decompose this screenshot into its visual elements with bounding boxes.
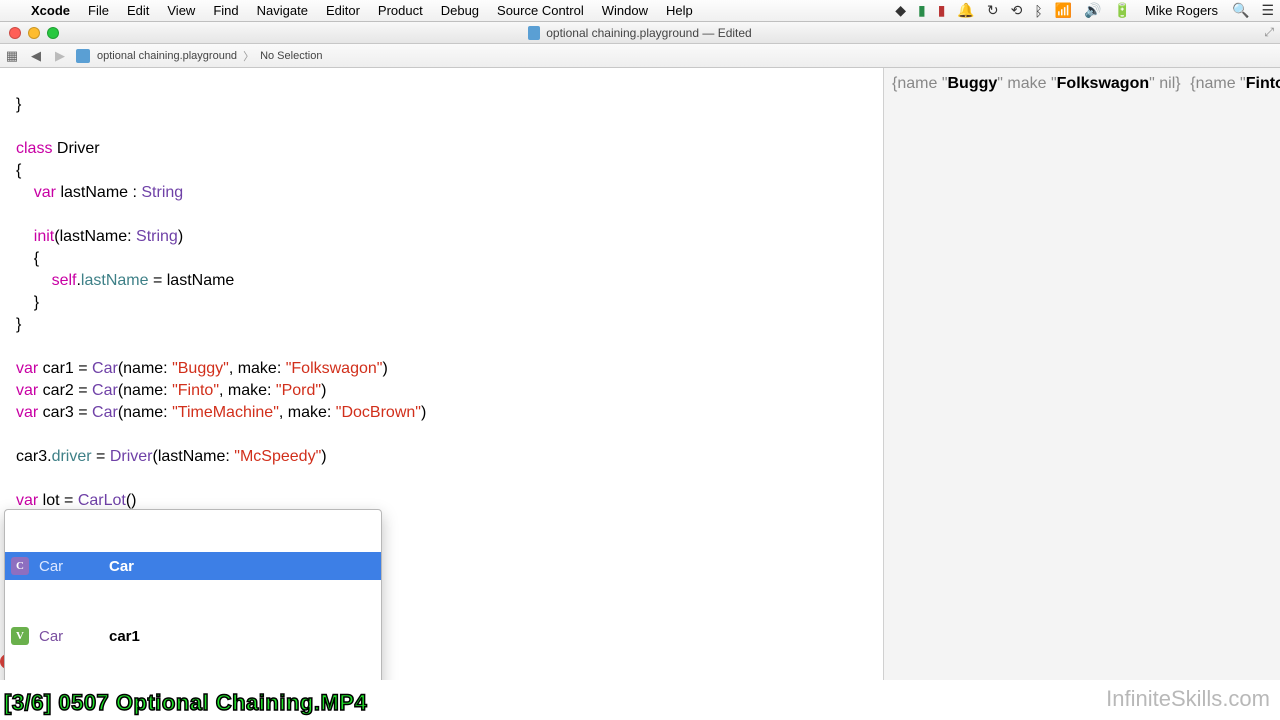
breadcrumb-selection[interactable]: No Selection xyxy=(258,50,324,62)
video-overlay-label: [3/6] 0507 Optional Chaining.MP4 xyxy=(4,690,367,716)
menu-edit[interactable]: Edit xyxy=(118,3,158,18)
window-titlebar: optional chaining.playground — Edited ⤢ xyxy=(0,22,1280,44)
kind-badge-var: V xyxy=(11,627,29,645)
evernote-icon[interactable]: ◆ xyxy=(889,2,912,19)
menubar-user[interactable]: Mike Rogers xyxy=(1137,3,1226,18)
menu-debug[interactable]: Debug xyxy=(432,3,488,18)
fullscreen-icon[interactable]: ⤢ xyxy=(1264,25,1274,40)
menu-window[interactable]: Window xyxy=(593,3,657,18)
breadcrumb-separator: 〉 xyxy=(239,48,258,64)
editor-navbar: ▦ ◀ ▶ optional chaining.playground 〉 No … xyxy=(0,44,1280,68)
completion-type: Car xyxy=(39,626,99,647)
completion-name: car1 xyxy=(109,626,140,647)
menu-help[interactable]: Help xyxy=(657,3,702,18)
completion-type: Car xyxy=(39,556,99,577)
wifi-icon[interactable]: 📶 xyxy=(1049,2,1078,19)
spotlight-icon[interactable]: 🔍 xyxy=(1226,2,1255,19)
main-split: } class Driver { var lastName : String i… xyxy=(0,68,1280,680)
code-editor[interactable]: } class Driver { var lastName : String i… xyxy=(0,68,884,680)
kind-badge-class: C xyxy=(11,557,29,575)
playground-icon xyxy=(76,49,90,63)
results-sidebar: {name "Buggy" make "Folkswagon" nil} {na… xyxy=(884,68,1280,680)
completion-popup[interactable]: C Car Car V Car car1 V Car car2 V Car ca… xyxy=(4,509,382,680)
window-title: optional chaining.playground — Edited xyxy=(0,26,1280,40)
battery-icon[interactable]: 🔋 xyxy=(1108,2,1137,19)
document-icon xyxy=(528,26,540,40)
completion-name: Car xyxy=(109,556,134,577)
timemachine-icon[interactable]: ⟲ xyxy=(1005,2,1029,19)
completion-item[interactable]: C Car Car xyxy=(5,552,381,580)
brand-watermark: InfiniteSkills.com xyxy=(1106,686,1270,712)
menu-app[interactable]: Xcode xyxy=(22,3,79,18)
menu-find[interactable]: Find xyxy=(204,3,247,18)
menu-product[interactable]: Product xyxy=(369,3,432,18)
menu-source-control[interactable]: Source Control xyxy=(488,3,593,18)
sync-icon[interactable]: ↻ xyxy=(981,2,1005,19)
related-items-icon[interactable]: ▦ xyxy=(0,48,24,64)
menu-view[interactable]: View xyxy=(158,3,204,18)
notification-center-icon[interactable]: ☰ xyxy=(1255,2,1280,19)
nav-back-icon[interactable]: ◀ xyxy=(24,48,48,64)
window-title-text: optional chaining.playground — Edited xyxy=(546,26,751,40)
menu-editor[interactable]: Editor xyxy=(317,3,369,18)
completion-item[interactable]: V Car car1 xyxy=(5,622,381,650)
status-icon-2[interactable]: ▮ xyxy=(932,2,952,19)
nav-forward-icon[interactable]: ▶ xyxy=(48,48,72,64)
menubar[interactable]: Xcode File Edit View Find Navigate Edito… xyxy=(0,0,1280,22)
notifications-icon[interactable]: 🔔 xyxy=(951,2,980,19)
status-icon-1[interactable]: ▮ xyxy=(912,2,932,19)
bluetooth-icon[interactable]: ᛒ xyxy=(1028,3,1048,19)
volume-icon[interactable]: 🔊 xyxy=(1078,2,1107,19)
breadcrumb-file[interactable]: optional chaining.playground xyxy=(95,50,239,62)
menu-navigate[interactable]: Navigate xyxy=(248,3,317,18)
menu-file[interactable]: File xyxy=(79,3,118,18)
